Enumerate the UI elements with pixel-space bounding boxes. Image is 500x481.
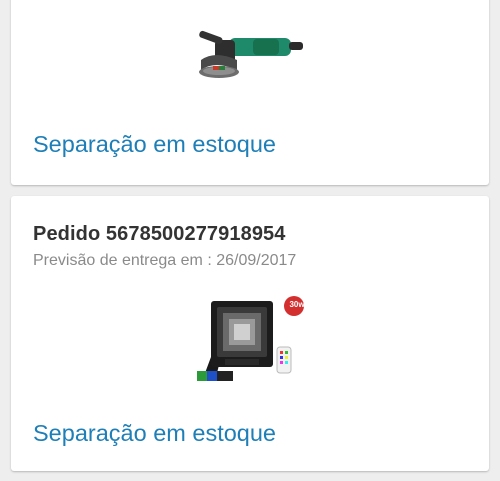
order-card[interactable]: Separação em estoque — [11, 0, 489, 185]
order-title: Pedido 5678500277918954 — [33, 223, 286, 245]
delivery-estimate: Previsão de entrega em : 26/09/2017 — [33, 252, 297, 269]
wattage-badge: 30w — [289, 300, 305, 309]
angle-grinder-image — [199, 30, 303, 78]
order-card[interactable]: Pedido 5678500277918954 Previsão de entr… — [11, 196, 489, 471]
order-status-link[interactable]: Separação em estoque — [33, 131, 276, 158]
order-status-link[interactable]: Separação em estoque — [33, 420, 276, 447]
order-list: Separação em estoque Pedido 567850027791… — [0, 0, 500, 481]
